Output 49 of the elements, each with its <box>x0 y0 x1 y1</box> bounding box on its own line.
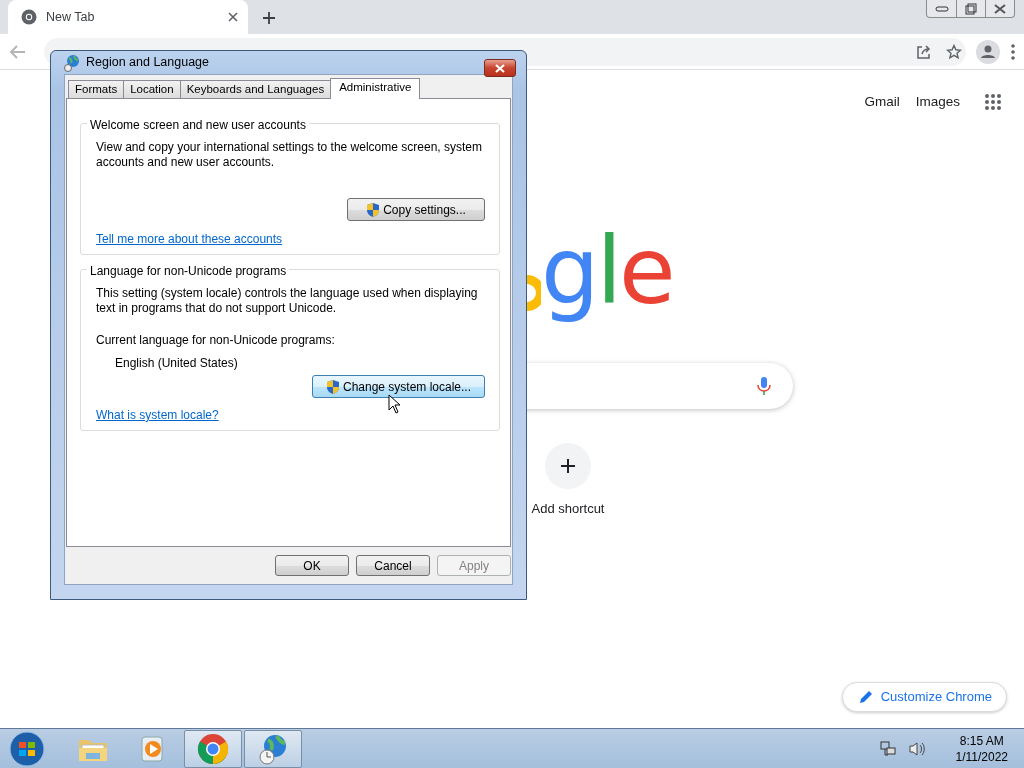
dialog-tab[interactable]: Location <box>123 80 181 98</box>
customize-button[interactable]: Customize Chrome <box>841 682 1007 712</box>
dialog-tab[interactable]: Administrative <box>330 78 421 99</box>
logo-text: gle <box>541 218 673 325</box>
shortcut-label: Add shortcut <box>531 500 605 518</box>
taskbar-app[interactable] <box>184 729 242 768</box>
volume-icon[interactable] <box>907 740 926 757</box>
copy-settings-button[interactable]: Copy settings... <box>347 198 485 221</box>
clock[interactable]: 8:15 AM 1/11/2022 <box>945 732 1018 765</box>
dialog-tab[interactable]: Keyboards and Languages <box>179 80 332 98</box>
restore-icon <box>965 2 977 15</box>
current-language-label: Current language for non-Unicode programs: <box>96 333 336 348</box>
help-link[interactable]: Tell me more about these accounts <box>96 230 283 248</box>
close-button[interactable] <box>484 59 516 77</box>
shield-icon <box>366 201 381 218</box>
share-icon[interactable] <box>916 43 932 60</box>
microphone-icon[interactable] <box>757 376 771 396</box>
dialog-button[interactable]: Cancel <box>356 555 430 576</box>
plus-icon <box>560 458 576 474</box>
avatar-icon[interactable] <box>976 39 1000 64</box>
dialog-title: Region and Language <box>86 54 210 72</box>
taskbar-app[interactable] <box>244 729 302 768</box>
network-icon[interactable] <box>879 740 898 757</box>
group-description: View and copy your international settings to the welcome screen, system accounts and new user accounts. <box>96 140 483 170</box>
globe-icon <box>64 53 80 72</box>
menu-icon[interactable] <box>1010 42 1016 61</box>
dialog-button[interactable]: OK <box>275 555 349 576</box>
change-locale-button[interactable]: Change system locale... <box>312 375 485 398</box>
tab-title: New Tab <box>46 8 96 26</box>
close-icon <box>993 3 1007 14</box>
close-icon <box>494 63 506 73</box>
header-link[interactable]: Gmail <box>864 92 900 113</box>
current-language-value: English (United States) <box>115 356 239 371</box>
globe-clock-icon <box>257 732 289 765</box>
chrome-icon <box>197 732 229 765</box>
browser-tab[interactable]: New Tab <box>8 0 248 34</box>
star-icon[interactable] <box>946 43 962 60</box>
dialog-tab[interactable]: Formats <box>68 80 125 98</box>
help-link[interactable]: What is system locale? <box>96 406 219 424</box>
add-shortcut-button[interactable] <box>545 443 591 489</box>
apps-grid-icon[interactable] <box>984 92 1002 113</box>
chrome-icon <box>21 9 37 25</box>
header-link[interactable]: Images <box>915 92 960 113</box>
pencil-icon <box>858 690 873 704</box>
group-description: This setting (system locale) controls the language used when displaying text in programs that do not support Unicode. <box>96 286 479 316</box>
shield-icon <box>325 378 340 395</box>
minimize-icon <box>934 4 949 13</box>
mouse-pointer-icon <box>388 394 401 414</box>
logo-fragment-icon <box>527 273 541 313</box>
